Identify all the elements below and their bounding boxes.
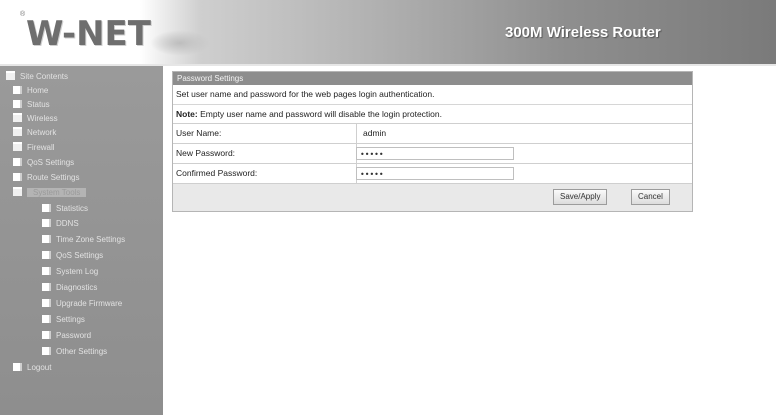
- sidebar-item-label: Upgrade Firmware: [56, 299, 123, 308]
- sidebar-item-label: QoS Settings: [27, 158, 75, 167]
- sidebar-item-home[interactable]: Home: [13, 85, 48, 97]
- sidebar-item-label: Statistics: [56, 204, 89, 213]
- page-icon: [42, 283, 51, 291]
- page-icon: [13, 86, 22, 94]
- sidebar-item-label: Home: [27, 86, 49, 95]
- sidebar-item-upgrade-firmware[interactable]: Upgrade Firmware: [42, 298, 122, 310]
- new-password-input[interactable]: •••••: [356, 147, 514, 160]
- save-apply-button[interactable]: Save/Apply: [553, 189, 608, 205]
- sidebar-item-label: Firewall: [27, 143, 55, 152]
- page-icon: [42, 299, 51, 307]
- product-title: 300M Wireless Router: [505, 24, 661, 41]
- folder-open-icon: [13, 187, 22, 196]
- sidebar-item-label: Diagnostics: [56, 283, 98, 292]
- sidebar-item-logout[interactable]: Logout: [13, 362, 51, 374]
- panel-title: Password Settings: [173, 72, 692, 85]
- sidebar-item-password[interactable]: Password: [42, 330, 91, 342]
- folder-open-icon: [6, 71, 15, 80]
- folder-icon: [13, 127, 22, 136]
- sidebar-item-time-zone-settings[interactable]: Time Zone Settings: [42, 234, 125, 246]
- page-icon: [13, 158, 22, 166]
- sidebar-item-statistics[interactable]: Statistics: [42, 203, 88, 215]
- page-icon: [13, 100, 22, 108]
- note-label: Note:: [176, 109, 198, 119]
- username-label: User Name:: [173, 124, 357, 143]
- sidebar-item-label: Network: [27, 128, 57, 137]
- new-password-row: New Password: •••••: [173, 144, 692, 164]
- sidebar-item-label: Logout: [27, 363, 52, 372]
- folder-icon: [13, 142, 22, 151]
- sidebar-item-label: Wireless: [27, 114, 58, 123]
- page-icon: [42, 267, 51, 275]
- sidebar-item-route-settings[interactable]: Route Settings: [13, 172, 79, 184]
- page-icon: [42, 251, 51, 259]
- sidebar-item-label: System Log: [56, 267, 99, 276]
- sidebar-item-system-tools[interactable]: System Tools: [13, 187, 87, 199]
- page-icon: [13, 363, 22, 371]
- sidebar-item-label: Time Zone Settings: [56, 235, 126, 244]
- sidebar-item-label: DDNS: [56, 219, 79, 228]
- folder-icon: [13, 113, 22, 122]
- button-row: Save/Apply Cancel: [173, 184, 692, 211]
- cancel-button[interactable]: Cancel: [631, 189, 670, 205]
- sidebar-item-network[interactable]: Network: [13, 127, 56, 139]
- confirm-password-row: Confirmed Password: •••••: [173, 164, 692, 184]
- sidebar-item-label: QoS Settings: [56, 251, 104, 260]
- sidebar-item-settings[interactable]: Settings: [42, 314, 85, 326]
- sidebar-nav: Site Contents Home Status Wireless Netwo…: [0, 66, 163, 415]
- confirm-password-input[interactable]: •••••: [356, 167, 514, 180]
- page-icon: [42, 219, 51, 227]
- panel-note: Note: Empty user name and password will …: [173, 105, 692, 124]
- page-icon: [42, 315, 51, 323]
- page-icon: [42, 204, 51, 212]
- password-settings-panel: Password Settings Set user name and pass…: [172, 71, 693, 212]
- confirm-password-label: Confirmed Password:: [173, 164, 357, 183]
- panel-description: Set user name and password for the web p…: [173, 85, 692, 105]
- brand-logo: W-NET: [26, 14, 151, 54]
- page-icon: [42, 331, 51, 339]
- page-icon: [42, 235, 51, 243]
- logo-trademark: ®: [20, 11, 26, 18]
- page-icon: [42, 347, 51, 355]
- new-password-label: New Password:: [173, 144, 357, 163]
- header-decoration: [150, 30, 210, 56]
- sidebar-item-diagnostics[interactable]: Diagnostics: [42, 282, 97, 294]
- page-icon: [13, 173, 22, 181]
- sidebar-item-qos-settings-sub[interactable]: QoS Settings: [42, 250, 103, 262]
- sidebar-item-site-contents[interactable]: Site Contents: [6, 71, 68, 83]
- sidebar-item-label: Other Settings: [56, 347, 108, 356]
- sidebar-item-label: Settings: [56, 315, 85, 324]
- sidebar-item-label: Status: [27, 100, 50, 109]
- sidebar-item-label: Password: [56, 331, 92, 340]
- sidebar-item-qos-settings[interactable]: QoS Settings: [13, 157, 74, 169]
- sidebar-item-wireless[interactable]: Wireless: [13, 113, 58, 125]
- sidebar-item-ddns[interactable]: DDNS: [42, 218, 79, 230]
- sidebar-item-label: Route Settings: [27, 173, 80, 182]
- header-banner: ® W-NET 300M Wireless Router: [0, 0, 776, 64]
- username-value: admin: [363, 128, 387, 138]
- sidebar-item-system-log[interactable]: System Log: [42, 266, 98, 278]
- username-row: User Name: admin: [173, 124, 692, 144]
- sidebar-item-label: Site Contents: [20, 72, 69, 81]
- sidebar-item-other-settings[interactable]: Other Settings: [42, 346, 107, 358]
- sidebar-item-label: System Tools: [27, 188, 87, 197]
- sidebar-item-status[interactable]: Status: [13, 99, 50, 111]
- sidebar-item-firewall[interactable]: Firewall: [13, 142, 55, 154]
- note-text: Empty user name and password will disabl…: [197, 109, 443, 119]
